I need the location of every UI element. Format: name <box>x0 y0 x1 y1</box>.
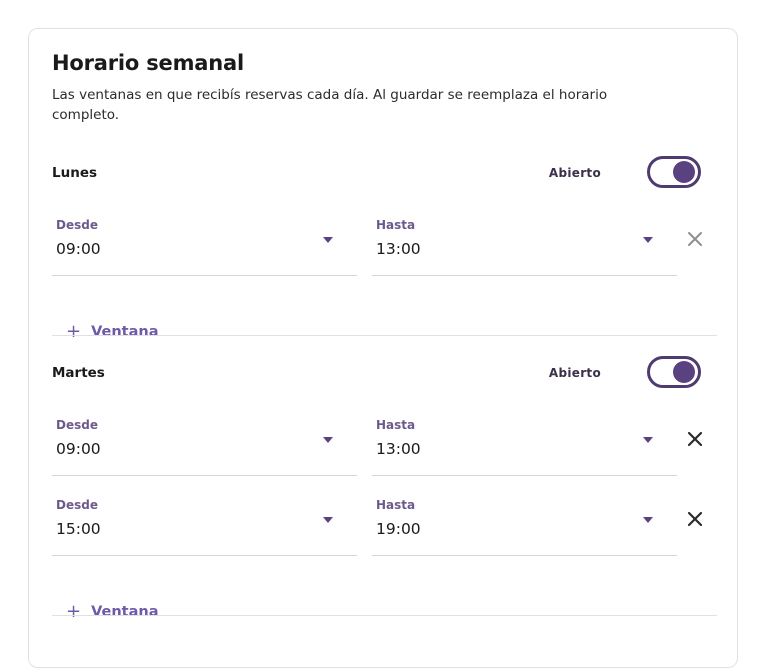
caret-down-icon <box>643 437 653 443</box>
plus-icon: + <box>66 601 82 622</box>
add-window-button[interactable]: + Ventana <box>66 322 159 342</box>
time-window-row: Desde 15:00 Hasta 19:00 <box>52 486 717 556</box>
day-divider <box>52 615 717 616</box>
to-select[interactable]: Hasta 13:00 <box>372 206 677 276</box>
page-subtitle: Las ventanas en que recibís reservas cad… <box>52 87 608 123</box>
from-select[interactable]: Desde 15:00 <box>52 486 357 556</box>
caret-down-icon <box>323 437 333 443</box>
close-icon <box>688 232 702 246</box>
from-label: Desde <box>56 418 98 432</box>
to-value: 13:00 <box>376 440 421 458</box>
close-icon <box>687 431 703 447</box>
open-status-label: Abierto <box>548 366 601 380</box>
from-select[interactable]: Desde 09:00 <box>52 406 357 476</box>
from-value: 09:00 <box>56 440 101 458</box>
to-label: Hasta <box>376 418 416 432</box>
add-window-button[interactable]: + Ventana <box>66 602 159 622</box>
remove-window-button[interactable] <box>687 511 703 527</box>
from-label: Desde <box>56 498 98 512</box>
open-toggle[interactable] <box>647 356 701 388</box>
to-select[interactable]: Hasta 19:00 <box>372 486 677 556</box>
day-name: Martes <box>52 365 105 381</box>
toggle-knob <box>673 161 695 183</box>
to-label: Hasta <box>376 498 416 512</box>
caret-down-icon <box>643 517 653 523</box>
to-label: Hasta <box>376 218 416 232</box>
from-value: 15:00 <box>56 520 101 538</box>
add-window-label: Ventana <box>91 324 159 340</box>
plus-icon: + <box>66 321 82 342</box>
from-value: 09:00 <box>56 240 101 258</box>
open-toggle[interactable] <box>647 156 701 188</box>
to-value: 13:00 <box>376 240 421 258</box>
from-select[interactable]: Desde 09:00 <box>52 206 357 276</box>
caret-down-icon <box>323 517 333 523</box>
day-divider <box>52 335 717 336</box>
weekly-schedule-card: Horario semanal Las ventanas en que reci… <box>28 28 738 668</box>
to-value: 19:00 <box>376 520 421 538</box>
toggle-knob <box>673 361 695 383</box>
close-icon <box>687 511 703 527</box>
remove-window-button[interactable] <box>687 431 703 447</box>
caret-down-icon <box>323 237 333 243</box>
open-status-label: Abierto <box>548 166 601 180</box>
from-label: Desde <box>56 218 98 232</box>
day-name: Lunes <box>52 165 98 181</box>
time-window-row: Desde 09:00 Hasta 13:00 <box>52 406 717 476</box>
page-title: Horario semanal <box>52 51 244 75</box>
add-window-label: Ventana <box>91 604 159 620</box>
remove-window-button[interactable] <box>687 231 703 247</box>
to-select[interactable]: Hasta 13:00 <box>372 406 677 476</box>
time-window-row: Desde 09:00 Hasta 13:00 <box>52 206 717 276</box>
caret-down-icon <box>643 237 653 243</box>
